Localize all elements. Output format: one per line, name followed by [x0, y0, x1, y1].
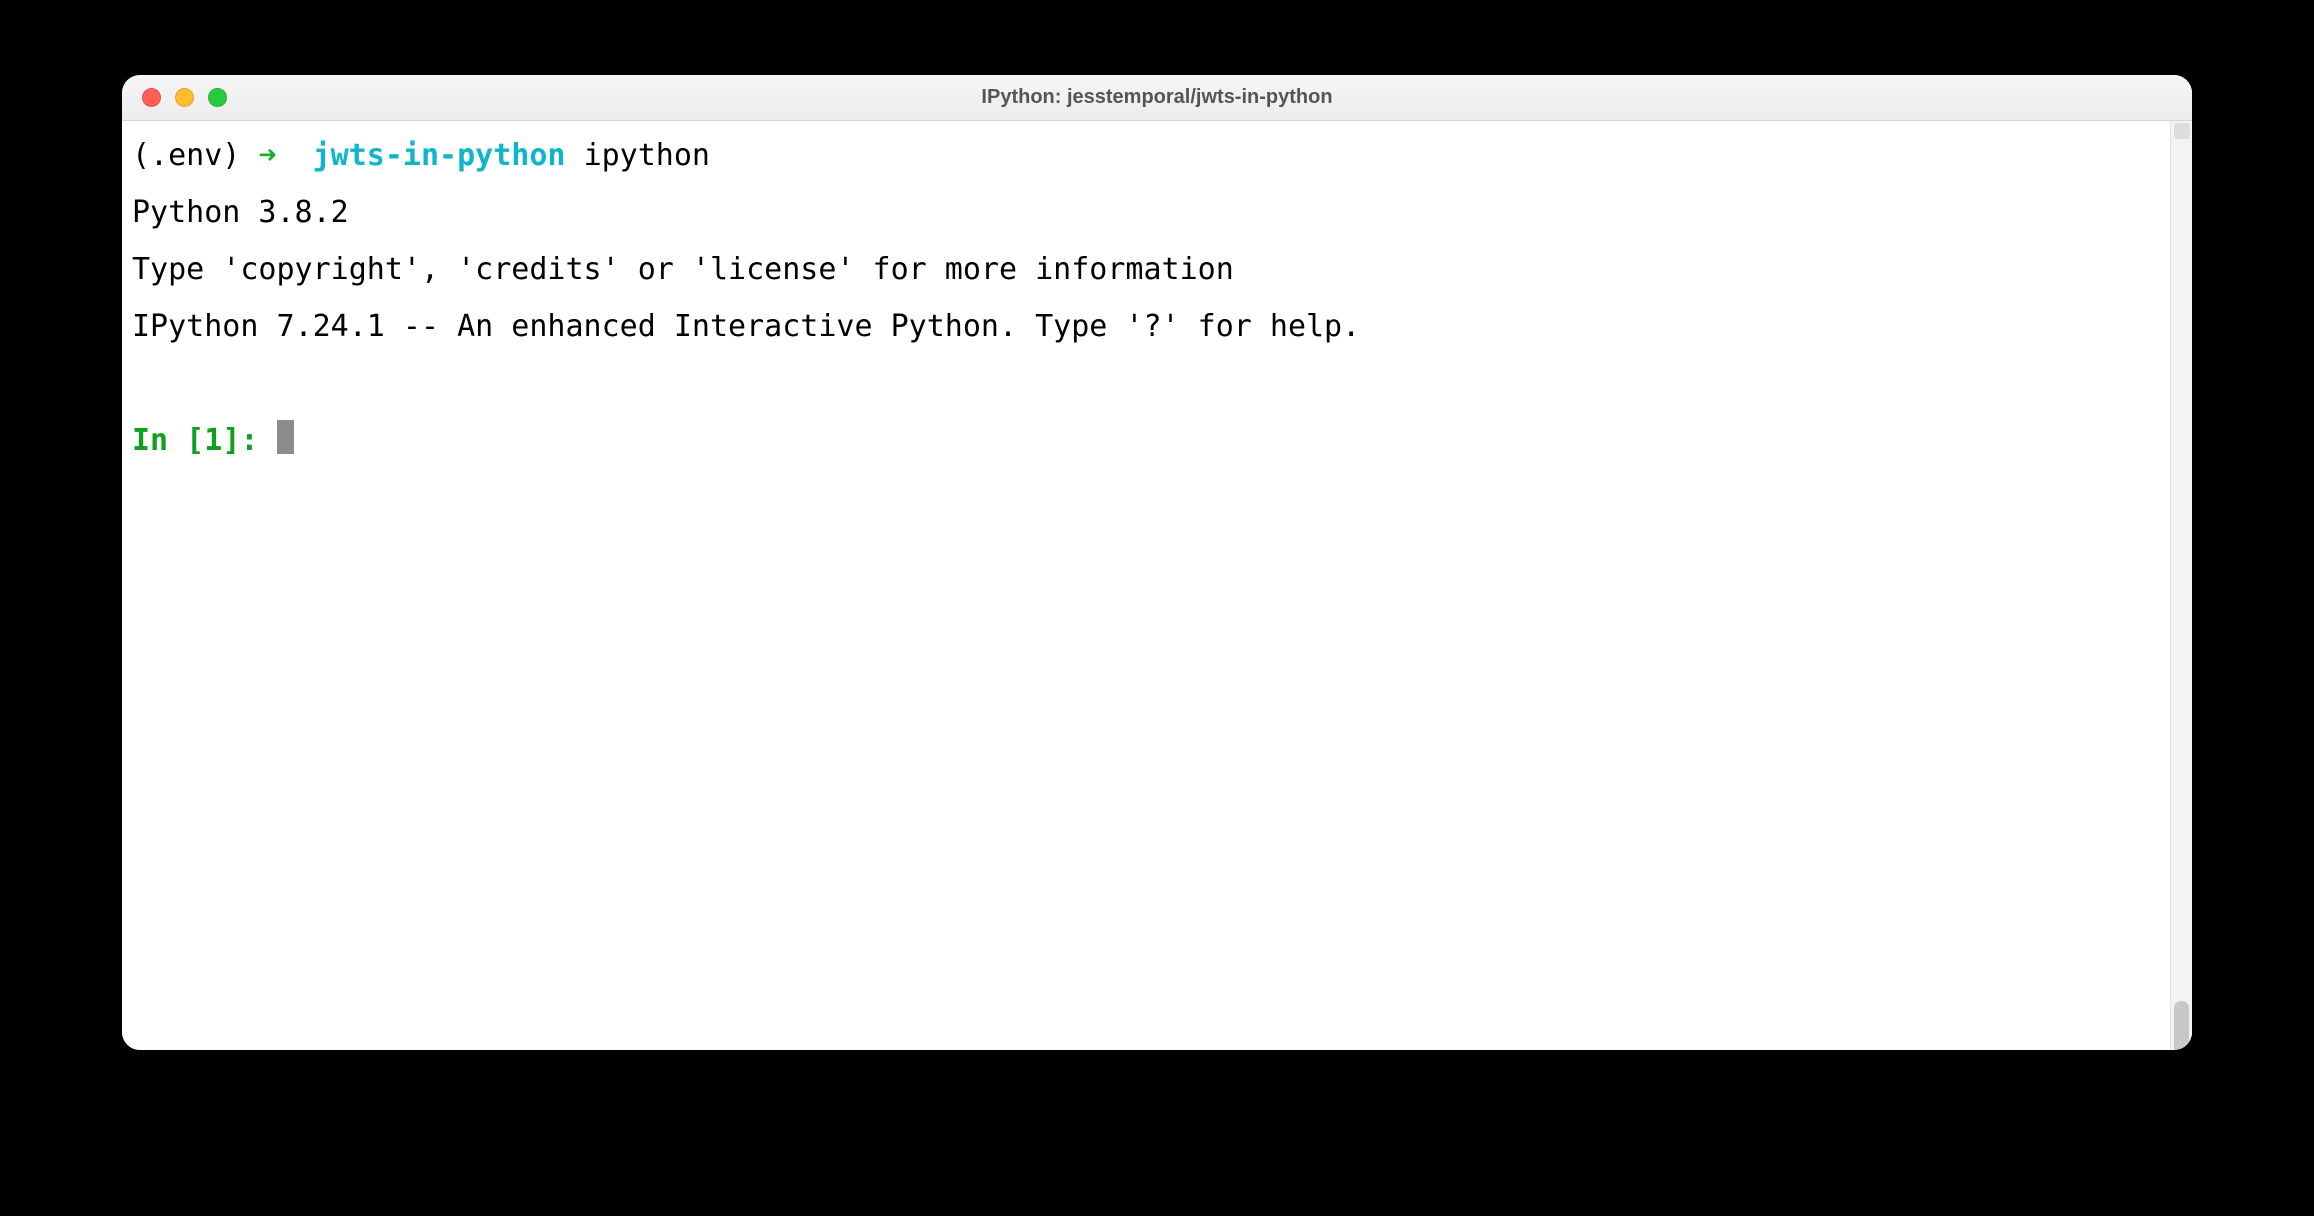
- traffic-lights: [122, 88, 227, 107]
- current-directory: jwts-in-python: [313, 138, 566, 173]
- output-line: IPython 7.24.1 -- An enhanced Interactiv…: [132, 298, 2182, 355]
- minimize-button[interactable]: [175, 88, 194, 107]
- scrollbar[interactable]: [2170, 121, 2192, 1050]
- ipython-prompt-prefix: In [: [132, 423, 204, 458]
- maximize-button[interactable]: [208, 88, 227, 107]
- window-title: IPython: jesstemporal/jwts-in-python: [122, 86, 2192, 109]
- terminal-window: IPython: jesstemporal/jwts-in-python (.e…: [122, 75, 2192, 1050]
- shell-prompt-line: (.env) ➜ jwts-in-python ipython: [132, 127, 2182, 184]
- titlebar: IPython: jesstemporal/jwts-in-python: [122, 75, 2192, 121]
- terminal-body[interactable]: (.env) ➜ jwts-in-python ipython Python 3…: [122, 121, 2192, 1050]
- command-text: ipython: [584, 138, 710, 173]
- cursor-icon: [277, 420, 294, 454]
- ipython-input-prompt: In [1]:: [132, 412, 2182, 469]
- ipython-prompt-suffix: ]:: [222, 423, 276, 458]
- venv-indicator: (.env): [132, 138, 240, 173]
- close-button[interactable]: [142, 88, 161, 107]
- prompt-arrow-icon: ➜: [258, 138, 276, 173]
- blank-line: [132, 355, 2182, 412]
- scrollbar-thumb[interactable]: [2174, 1001, 2189, 1050]
- scroll-indicator-icon: [2174, 123, 2190, 139]
- ipython-prompt-number: 1: [204, 423, 222, 458]
- output-line: Python 3.8.2: [132, 184, 2182, 241]
- output-line: Type 'copyright', 'credits' or 'license'…: [132, 241, 2182, 298]
